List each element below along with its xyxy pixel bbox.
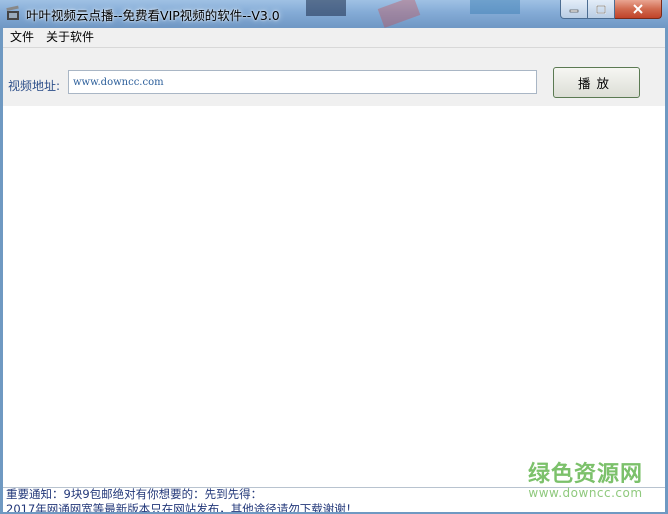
video-address-input[interactable]	[68, 70, 537, 94]
watermark-url: www.downcc.com	[528, 486, 643, 500]
desktop-bleed	[306, 0, 346, 16]
film-clapper-icon[interactable]	[5, 5, 21, 21]
app-window: 叶叶视频云点播--免费看VIP视频的软件--V3.0 文件 关于软件 视频地址:…	[0, 0, 668, 514]
address-panel: 视频地址: 播放	[3, 48, 665, 106]
title-bar[interactable]: 叶叶视频云点播--免费看VIP视频的软件--V3.0	[0, 0, 668, 28]
minimize-icon	[569, 9, 579, 13]
video-player-area[interactable]	[3, 106, 665, 486]
close-button[interactable]	[615, 0, 662, 19]
menu-bar: 文件 关于软件	[3, 28, 665, 48]
notice-line: 重要通知：9块9包邮绝对有你想要的：先到先得：	[6, 487, 263, 501]
window-title: 叶叶视频云点播--免费看VIP视频的软件--V3.0	[26, 8, 280, 23]
desktop-bleed	[377, 0, 421, 28]
watermark: 绿色资源网 www.downcc.com	[528, 463, 643, 500]
play-button[interactable]: 播放	[553, 67, 640, 98]
close-icon	[633, 4, 643, 14]
maximize-icon	[596, 4, 606, 14]
video-address-label: 视频地址:	[8, 79, 61, 93]
menu-file[interactable]: 文件	[3, 28, 40, 47]
desktop-bleed	[470, 0, 520, 14]
notice-line: 2017年网通网宽等最新版本只在网站发布，其他途径请勿下载谢谢！	[6, 502, 358, 512]
watermark-title: 绿色资源网	[527, 462, 643, 487]
menu-about[interactable]: 关于软件	[40, 28, 100, 47]
client-area: 文件 关于软件 视频地址: 播放 重要通知：9块9包邮绝对有你想要的：先到先得：…	[3, 28, 665, 512]
maximize-button[interactable]	[588, 0, 615, 19]
caption-buttons	[560, 0, 662, 20]
minimize-button[interactable]	[560, 0, 588, 19]
